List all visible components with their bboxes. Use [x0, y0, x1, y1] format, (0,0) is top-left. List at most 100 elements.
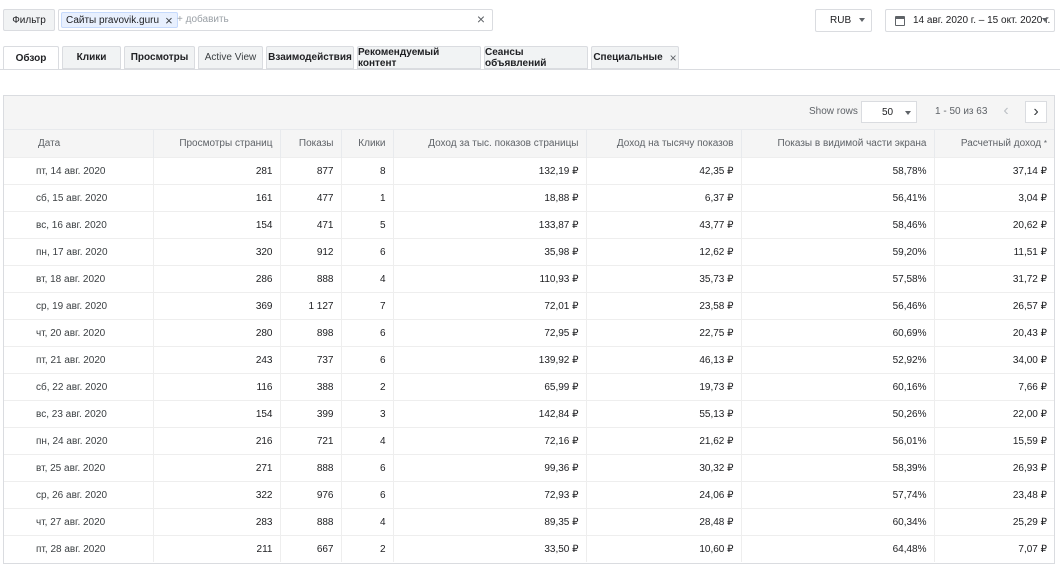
table-row[interactable]: чт, 20 авг. 2020 280 898 6 72,95 ₽22,75 ₽60,… [4, 319, 1054, 347]
clicks-cell: 6 [341, 238, 394, 266]
prev-page-button[interactable]: ‹ [995, 101, 1017, 123]
table-row[interactable]: пт, 21 авг. 2020 243 737 6 139,92 ₽46,13 ₽52… [4, 346, 1054, 374]
impression-rpm-cell: 30,32 ₽ [586, 454, 742, 482]
currency-select[interactable]: RUB [815, 9, 872, 32]
viewability-cell: 50,26% [741, 400, 935, 428]
viewability-cell: 58,39% [741, 454, 935, 482]
tab-recommended-content[interactable]: Рекомендуемый контент [357, 46, 481, 69]
tabs-divider [0, 69, 1060, 70]
table-row[interactable]: пн, 24 авг. 2020 216 721 4 72,16 ₽21,62 ₽56,… [4, 427, 1054, 455]
filter-button[interactable]: Фильтр [3, 9, 55, 31]
impressions-cell: 667 [280, 535, 342, 562]
date-range-picker[interactable]: 14 авг. 2020 г. – 15 окт. 2020 г. [885, 9, 1055, 32]
clicks-cell: 4 [341, 508, 394, 536]
page-rpm-cell: 18,88 ₽ [393, 184, 587, 212]
currency-value: RUB [830, 15, 852, 26]
page-views-cell: 280 [153, 319, 281, 347]
tab-clicks[interactable]: Клики [62, 46, 121, 69]
column-header-page-rpm[interactable]: Доход за тыс. показов страницы [393, 129, 587, 158]
next-page-button[interactable]: › [1025, 101, 1047, 123]
tab-custom[interactable]: Специальные × [591, 46, 679, 69]
impression-rpm-cell: 55,13 ₽ [586, 400, 742, 428]
impression-rpm-cell: 21,62 ₽ [586, 427, 742, 455]
tab-ad-sessions[interactable]: Сеансы объявлений [484, 46, 588, 69]
date-cell: пт, 28 авг. 2020 [4, 535, 154, 562]
column-header-impression-rpm[interactable]: Доход на тысячу показов [586, 129, 742, 158]
impressions-cell: 737 [280, 346, 342, 374]
page-views-cell: 116 [153, 373, 281, 401]
impressions-cell: 1 127 [280, 292, 342, 320]
date-cell: пт, 21 авг. 2020 [4, 346, 154, 374]
page-rpm-cell: 35,98 ₽ [393, 238, 587, 266]
table-row[interactable]: пт, 14 авг. 2020 281 877 8 132,19 ₽42,35 ₽58… [4, 157, 1054, 185]
page-rpm-cell: 133,87 ₽ [393, 211, 587, 239]
viewability-cell: 60,69% [741, 319, 935, 347]
date-cell: ср, 19 авг. 2020 [4, 292, 154, 320]
estimated-earnings-cell: 37,14 ₽ [934, 157, 1054, 185]
table-row[interactable]: сб, 15 авг. 2020 161 477 1 18,88 ₽6,37 ₽56,4… [4, 184, 1054, 212]
column-header-date[interactable]: Дата [4, 129, 154, 158]
viewability-cell: 60,16% [741, 373, 935, 401]
add-filter-placeholder[interactable]: + добавить [177, 14, 229, 25]
estimated-earnings-cell: 7,66 ₽ [934, 373, 1054, 401]
impressions-cell: 898 [280, 319, 342, 347]
table-row[interactable]: вс, 23 авг. 2020 154 399 3 142,84 ₽55,13 ₽50… [4, 400, 1054, 428]
tab-active-view[interactable]: Active View [198, 46, 263, 69]
impressions-cell: 477 [280, 184, 342, 212]
table-row[interactable]: вт, 18 авг. 2020 286 888 4 110,93 ₽35,73 ₽57… [4, 265, 1054, 293]
report-table-panel: Show rows 50 1 - 50 из 63 ‹ › Дата Просм… [3, 95, 1055, 564]
viewability-cell: 59,20% [741, 238, 935, 266]
page-views-cell: 322 [153, 481, 281, 509]
pagination-range: 1 - 50 из 63 [935, 106, 988, 117]
impressions-cell: 399 [280, 400, 342, 428]
estimated-earnings-cell: 3,04 ₽ [934, 184, 1054, 212]
table-row[interactable]: вт, 25 авг. 2020 271 888 6 99,36 ₽30,32 ₽58,… [4, 454, 1054, 482]
close-tab-icon[interactable]: × [670, 51, 677, 65]
clicks-cell: 2 [341, 535, 394, 562]
column-header-page-views[interactable]: Просмотры страниц [153, 129, 281, 158]
impression-rpm-cell: 6,37 ₽ [586, 184, 742, 212]
column-header-clicks[interactable]: Клики [341, 129, 394, 158]
date-cell: сб, 15 авг. 2020 [4, 184, 154, 212]
tab-interactions[interactable]: Взаимодействия [266, 46, 354, 69]
page-rpm-cell: 110,93 ₽ [393, 265, 587, 293]
calendar-icon [895, 15, 905, 26]
table-row[interactable]: ср, 26 авг. 2020 322 976 6 72,93 ₽24,06 ₽57,… [4, 481, 1054, 509]
table-row[interactable]: вс, 16 авг. 2020 154 471 5 133,87 ₽43,77 ₽58… [4, 211, 1054, 239]
impressions-cell: 976 [280, 481, 342, 509]
clicks-cell: 6 [341, 319, 394, 347]
estimated-earnings-cell: 11,51 ₽ [934, 238, 1054, 266]
viewability-cell: 60,34% [741, 508, 935, 536]
table-row[interactable]: ср, 19 авг. 2020 369 1 127 7 72,01 ₽23,58 ₽5… [4, 292, 1054, 320]
page-views-cell: 154 [153, 400, 281, 428]
table-row[interactable]: сб, 22 авг. 2020 116 388 2 65,99 ₽19,73 ₽60,… [4, 373, 1054, 401]
impression-rpm-cell: 19,73 ₽ [586, 373, 742, 401]
table-row[interactable]: пн, 17 авг. 2020 320 912 6 35,98 ₽12,62 ₽59,… [4, 238, 1054, 266]
column-header-estimated-earnings[interactable]: Расчетный доход * [934, 129, 1054, 158]
clicks-cell: 4 [341, 427, 394, 455]
rows-per-page-select[interactable]: 50 [861, 101, 917, 123]
remove-chip-icon[interactable]: × [165, 14, 173, 27]
tab-views[interactable]: Просмотры [124, 46, 195, 69]
page-rpm-cell: 65,99 ₽ [393, 373, 587, 401]
table-row[interactable]: пт, 28 авг. 2020 211 667 2 33,50 ₽10,60 ₽64,… [4, 535, 1054, 562]
table-row[interactable]: чт, 27 авг. 2020 283 888 4 89,35 ₽28,48 ₽60,… [4, 508, 1054, 536]
filter-chip-sites[interactable]: Сайты pravovik.guru × [61, 12, 178, 28]
column-header-impressions[interactable]: Показы [280, 129, 342, 158]
page-views-cell: 369 [153, 292, 281, 320]
clicks-cell: 6 [341, 481, 394, 509]
filter-input[interactable]: Сайты pravovik.guru × + добавить × [58, 9, 493, 31]
date-cell: вс, 23 авг. 2020 [4, 400, 154, 428]
tab-overview[interactable]: Обзор [3, 46, 59, 70]
clear-filter-icon[interactable]: × [477, 12, 485, 26]
page-rpm-cell: 139,92 ₽ [393, 346, 587, 374]
clicks-cell: 7 [341, 292, 394, 320]
impression-rpm-cell: 28,48 ₽ [586, 508, 742, 536]
impressions-cell: 471 [280, 211, 342, 239]
page-rpm-cell: 72,95 ₽ [393, 319, 587, 347]
clicks-cell: 8 [341, 157, 394, 185]
page-views-cell: 283 [153, 508, 281, 536]
date-cell: вт, 25 авг. 2020 [4, 454, 154, 482]
clicks-cell: 2 [341, 373, 394, 401]
column-header-viewability[interactable]: Показы в видимой части экрана [741, 129, 935, 158]
